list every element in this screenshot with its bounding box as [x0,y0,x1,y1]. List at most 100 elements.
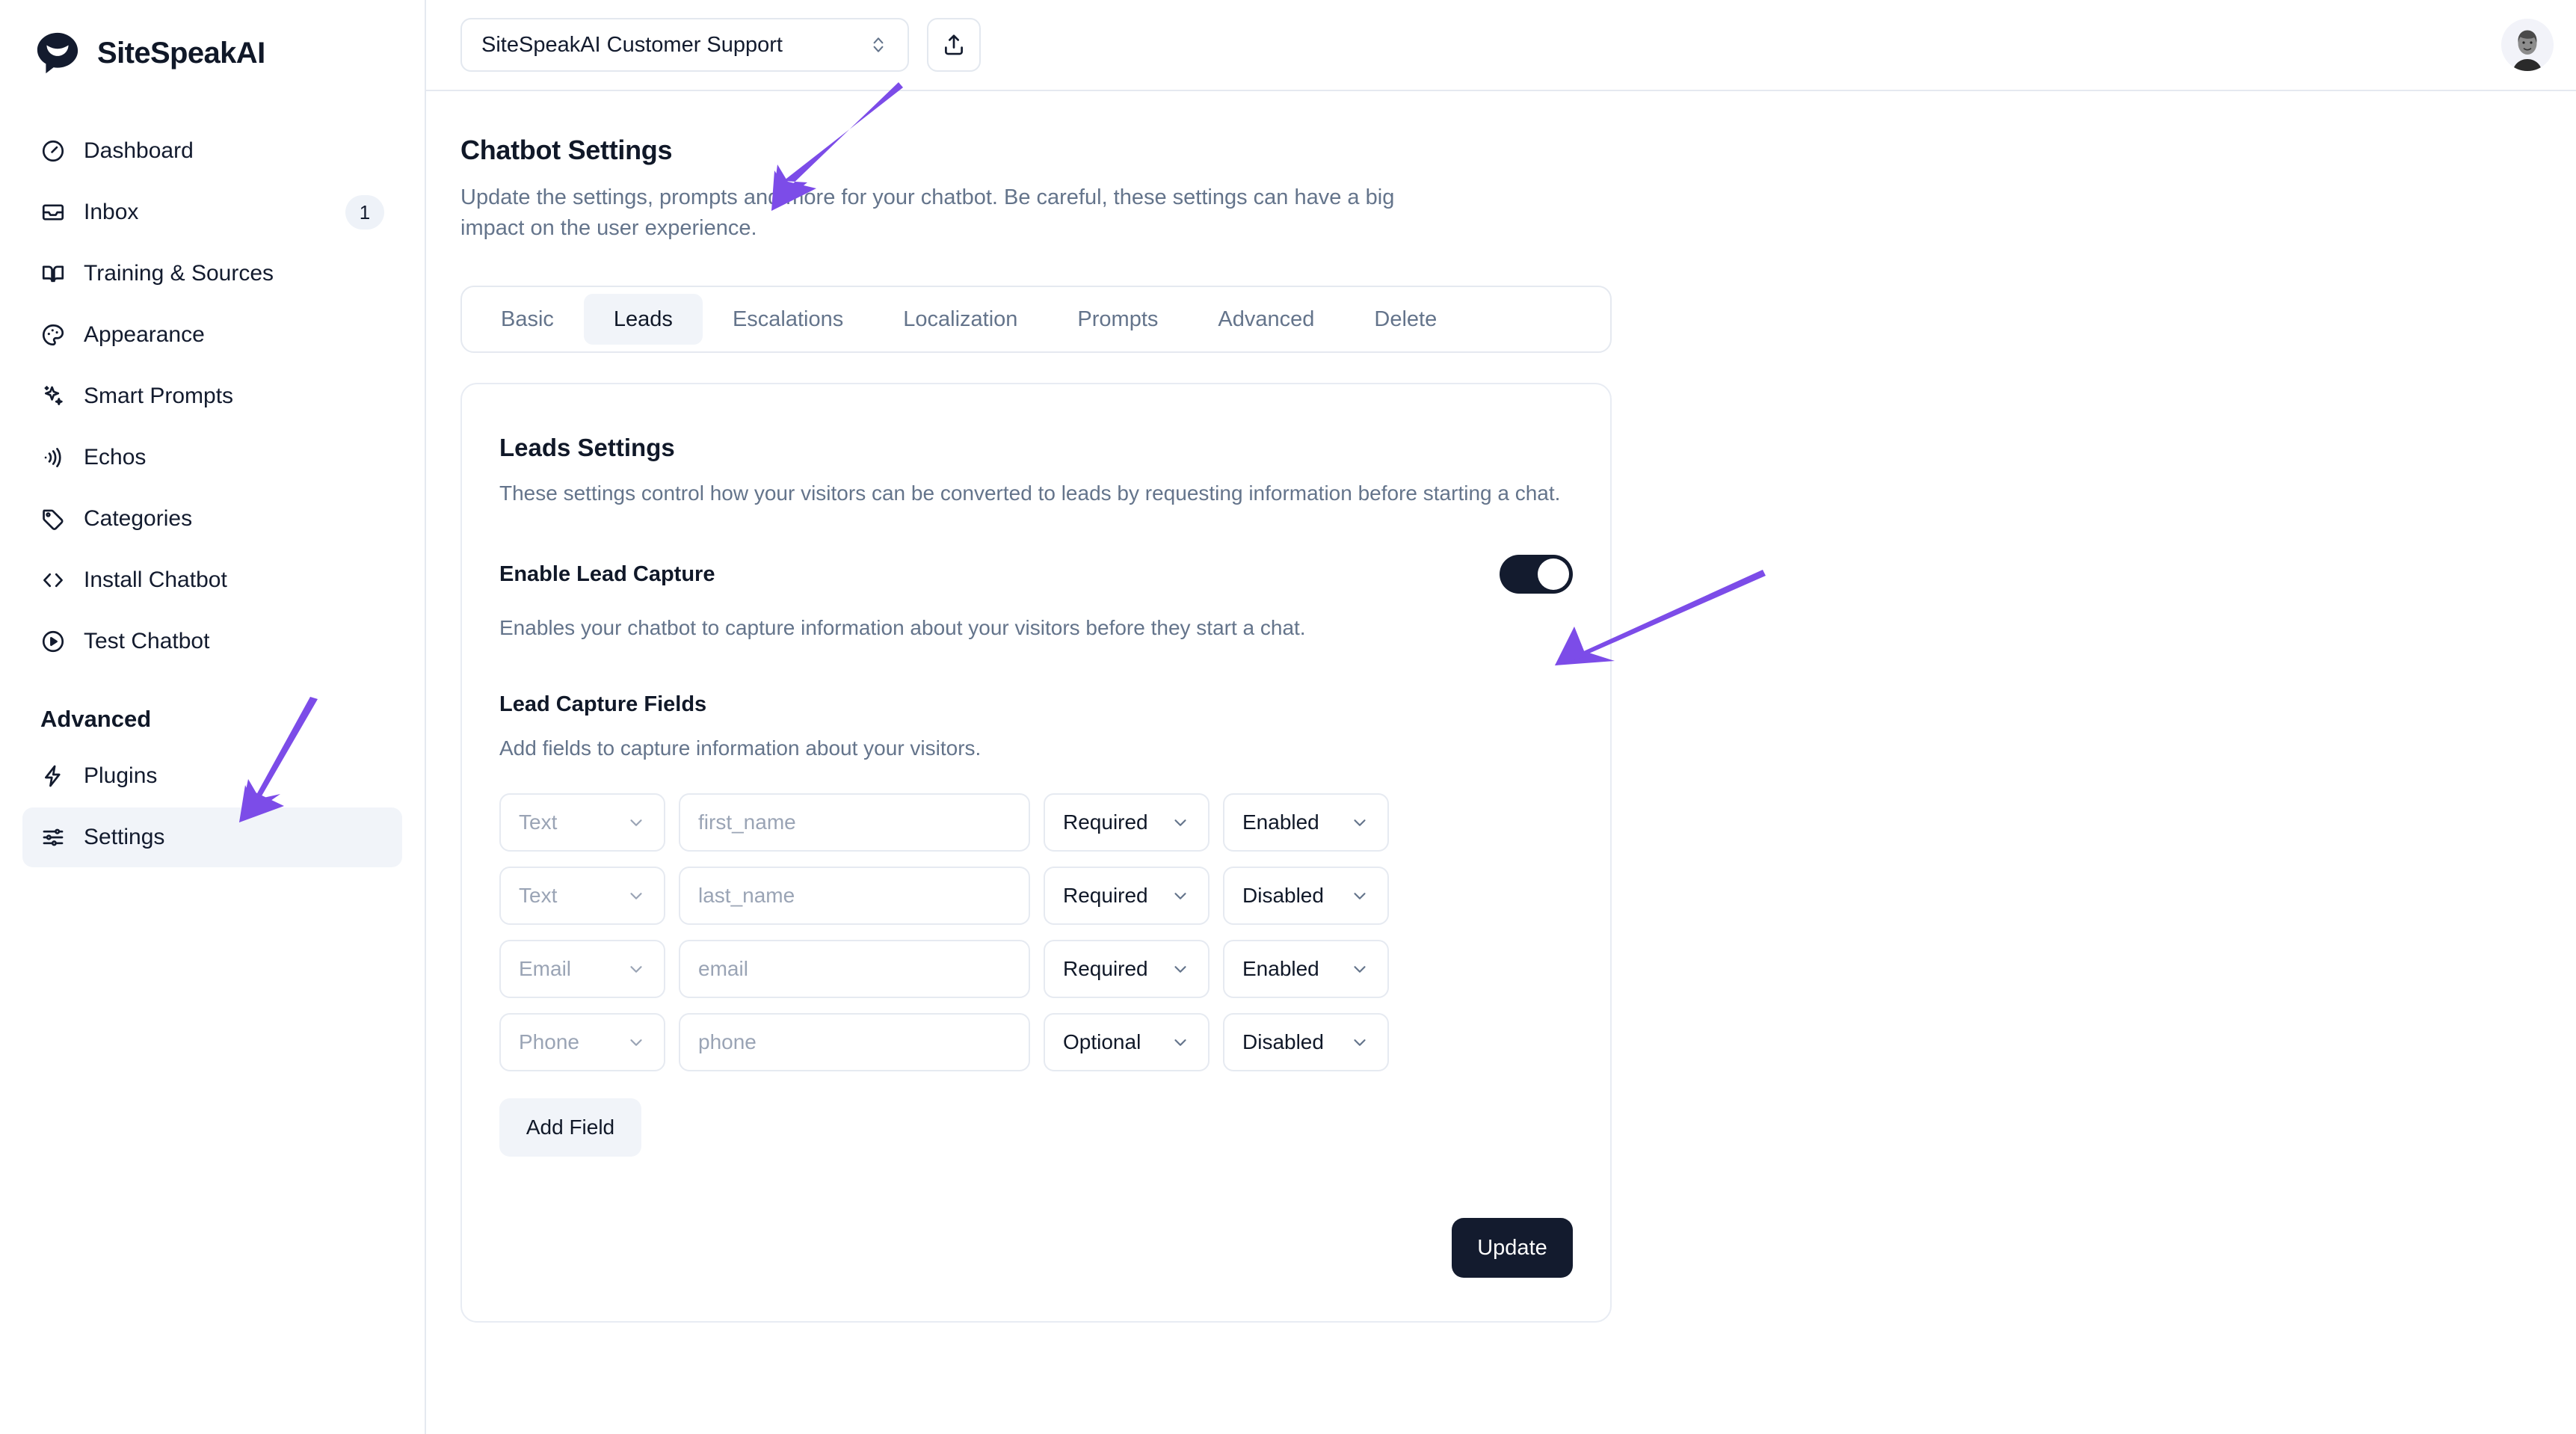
tab-leads[interactable]: Leads [584,294,703,345]
brand[interactable]: SiteSpeakAI [22,0,402,82]
page-title: Chatbot Settings [460,135,2542,166]
share-button[interactable] [927,18,981,72]
tab-basic[interactable]: Basic [471,294,584,345]
sidebar-item-label: Settings [84,826,384,849]
add-field-button[interactable]: Add Field [499,1098,641,1157]
field-name-input[interactable]: last_name [679,867,1030,925]
chevron-down-icon [626,886,646,905]
chatbot-select-value: SiteSpeakAI Customer Support [481,33,783,58]
field-state-select[interactable]: Disabled [1223,1013,1389,1071]
share-upload-icon [941,32,967,58]
sidebar-item-inbox[interactable]: Inbox 1 [22,182,402,242]
lead-field-row: Text first_name Required [499,793,1573,852]
field-name-input[interactable]: phone [679,1013,1030,1071]
gauge-icon [40,138,66,164]
sidebar-item-label: Appearance [84,324,384,346]
inbox-badge: 1 [345,195,384,230]
sidebar-item-label: Test Chatbot [84,630,384,653]
chevron-down-icon [626,1033,646,1052]
sidebar-item-label: Plugins [84,765,384,787]
field-type-value: Phone [519,1030,579,1054]
enable-lead-capture-row: Enable Lead Capture [499,555,1573,594]
chevron-down-icon [626,813,646,832]
sidebar-nav: Dashboard Inbox 1 [22,121,402,867]
field-requirement-select[interactable]: Required [1044,793,1210,852]
palette-icon [40,322,66,348]
chevron-up-down-icon [869,33,888,57]
chevron-down-icon [1171,886,1190,905]
sidebar-item-plugins[interactable]: Plugins [22,746,402,806]
field-requirement-value: Optional [1063,1030,1141,1054]
sidebar-item-dashboard[interactable]: Dashboard [22,121,402,181]
enable-lead-capture-help: Enables your chatbot to capture informat… [499,616,1573,640]
field-name-placeholder: email [698,957,748,981]
bolt-icon [40,763,66,789]
avatar[interactable] [2501,19,2554,71]
sidebar-section-advanced-title: Advanced [22,706,402,733]
field-requirement-value: Required [1063,884,1148,908]
field-state-select[interactable]: Enabled [1223,940,1389,998]
page-content: Chatbot Settings Update the settings, pr… [426,91,2576,1323]
field-type-select[interactable]: Phone [499,1013,665,1071]
field-type-select[interactable]: Email [499,940,665,998]
tab-prompts[interactable]: Prompts [1047,294,1188,345]
update-button[interactable]: Update [1452,1218,1573,1278]
lead-capture-field-rows: Text first_name Required [499,793,1573,1071]
field-name-placeholder: first_name [698,810,796,834]
field-state-select[interactable]: Disabled [1223,867,1389,925]
enable-lead-capture-toggle[interactable] [1500,555,1573,594]
sidebar-item-install-chatbot[interactable]: Install Chatbot [22,550,402,610]
sidebar-item-training-sources[interactable]: Training & Sources [22,244,402,304]
lead-capture-fields-help: Add fields to capture information about … [499,736,1573,760]
main-area: SiteSpeakAI Customer Support [426,0,2576,1434]
field-requirement-select[interactable]: Optional [1044,1013,1210,1071]
field-state-value: Disabled [1242,884,1324,908]
tab-delete[interactable]: Delete [1344,294,1467,345]
tab-escalations[interactable]: Escalations [703,294,873,345]
chevron-down-icon [1350,886,1369,905]
chatbot-select[interactable]: SiteSpeakAI Customer Support [460,18,909,72]
leads-settings-title: Leads Settings [499,434,1573,462]
lead-field-row: Phone phone Optional [499,1013,1573,1071]
settings-tabs: Basic Leads Escalations Localization Pro… [460,286,1612,353]
sidebar-item-echos[interactable]: Echos [22,428,402,487]
sidebar-item-label: Echos [84,446,384,469]
lead-field-row: Text last_name Required [499,867,1573,925]
field-type-select[interactable]: Text [499,867,665,925]
sidebar-item-label: Dashboard [84,140,384,162]
field-type-value: Email [519,957,571,981]
broadcast-icon [40,445,66,470]
sidebar-item-settings[interactable]: Settings [22,807,402,867]
user-avatar [2501,19,2554,71]
tab-advanced[interactable]: Advanced [1188,294,1344,345]
sliders-icon [40,825,66,850]
leads-settings-card: Leads Settings These settings control ho… [460,383,1612,1323]
sidebar-item-smart-prompts[interactable]: Smart Prompts [22,366,402,426]
field-state-value: Enabled [1242,957,1319,981]
chevron-down-icon [626,959,646,979]
field-state-select[interactable]: Enabled [1223,793,1389,852]
chevron-down-icon [1350,813,1369,832]
field-state-value: Enabled [1242,810,1319,834]
topbar: SiteSpeakAI Customer Support [426,0,2576,91]
chevron-down-icon [1171,959,1190,979]
field-state-value: Disabled [1242,1030,1324,1054]
brand-name: SiteSpeakAI [97,37,265,70]
sidebar-item-label: Training & Sources [84,262,384,285]
field-requirement-select[interactable]: Required [1044,940,1210,998]
field-type-select[interactable]: Text [499,793,665,852]
chevron-down-icon [1350,959,1369,979]
chevron-down-icon [1350,1033,1369,1052]
tab-localization[interactable]: Localization [873,294,1047,345]
field-name-input[interactable]: email [679,940,1030,998]
app-root: SiteSpeakAI Dashboard Inbox [0,0,2576,1434]
lead-field-row: Email email Required [499,940,1573,998]
sidebar-item-test-chatbot[interactable]: Test Chatbot [22,612,402,671]
enable-lead-capture-label: Enable Lead Capture [499,562,715,587]
sidebar-item-appearance[interactable]: Appearance [22,305,402,365]
sidebar-item-categories[interactable]: Categories [22,489,402,549]
field-requirement-select[interactable]: Required [1044,867,1210,925]
field-name-input[interactable]: first_name [679,793,1030,852]
chevron-down-icon [1171,1033,1190,1052]
sidebar-item-label: Install Chatbot [84,569,384,591]
